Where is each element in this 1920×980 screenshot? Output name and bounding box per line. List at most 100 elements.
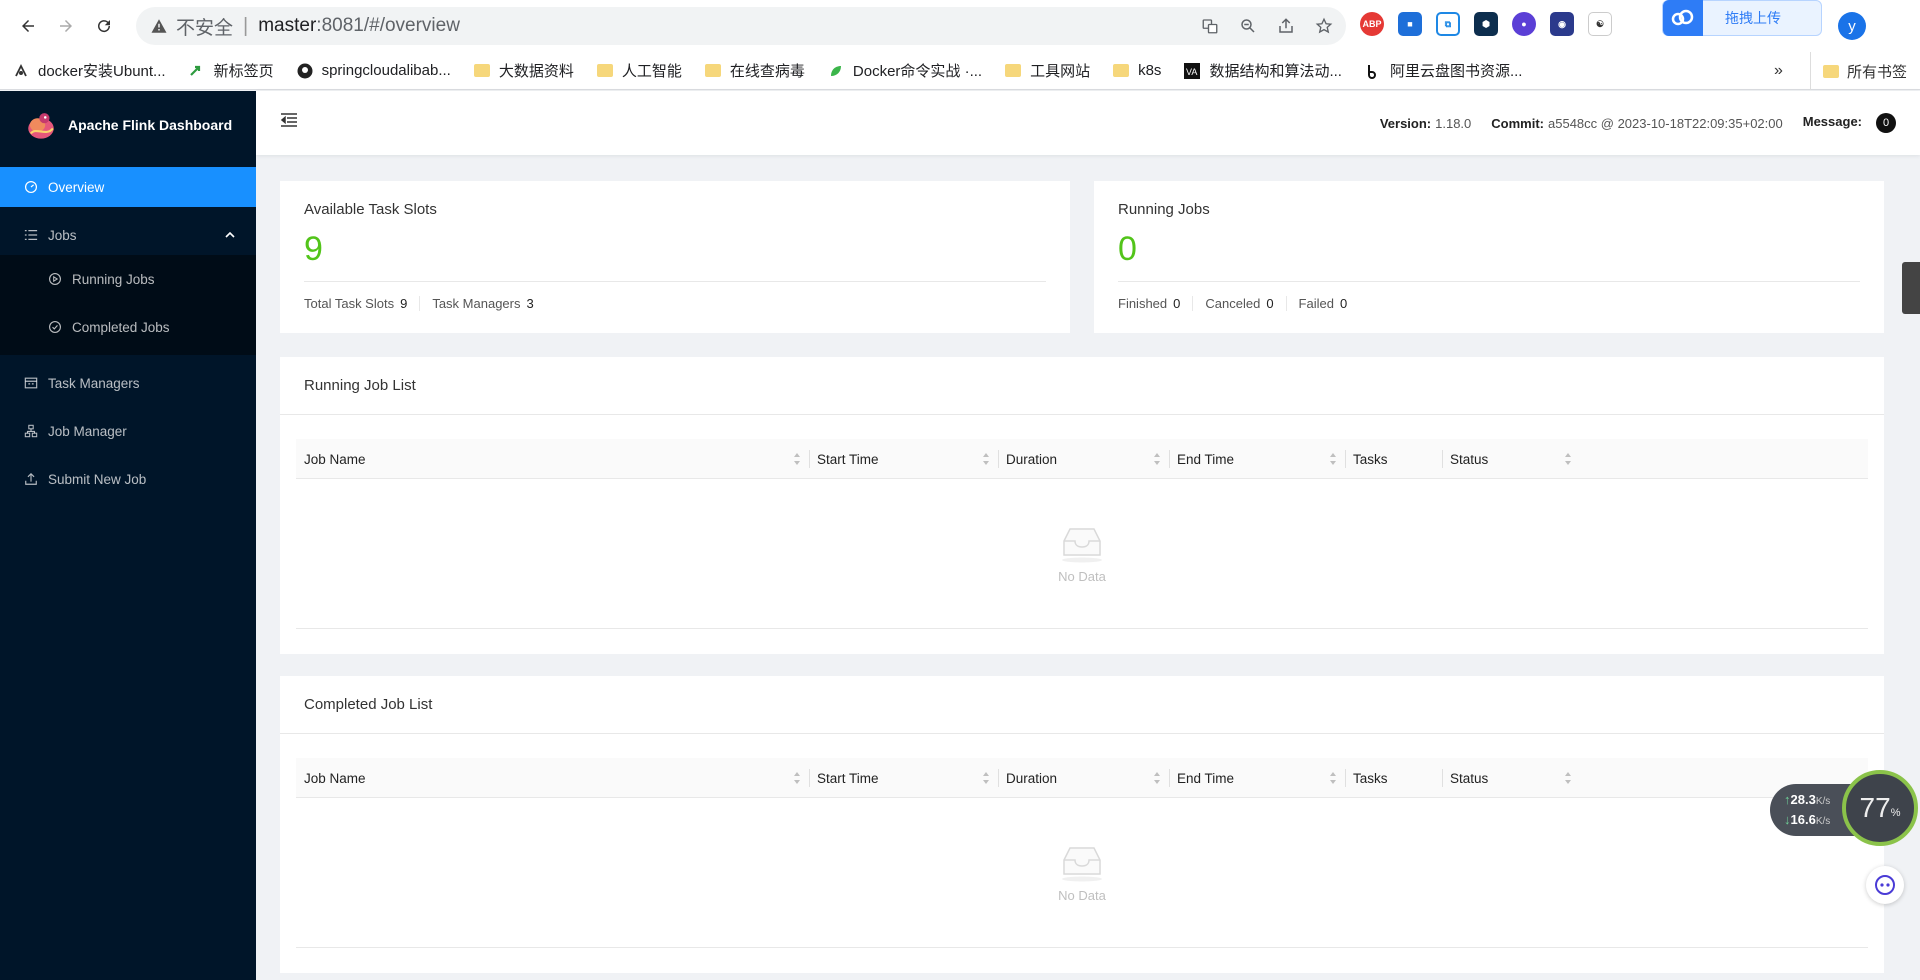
star-icon[interactable] — [1314, 16, 1334, 36]
column-header[interactable]: Start Time — [809, 439, 998, 479]
version-label: Version: — [1379, 115, 1432, 131]
logo-row[interactable]: Apache Flink Dashboard — [0, 91, 256, 159]
column-header[interactable]: End Time — [1169, 439, 1345, 479]
menu-overview[interactable]: Overview — [0, 167, 256, 207]
column-header[interactable]: Status — [1442, 439, 1580, 479]
bookmark-item[interactable]: Docker命令实战 ·... — [827, 52, 982, 90]
jobs-submenu: Running Jobs Completed Jobs — [0, 255, 256, 355]
menu-fold-icon[interactable] — [280, 111, 298, 129]
table-header: Job Name Start Time Duration End Time Tasks S… — [296, 758, 1868, 798]
column-header[interactable]: Job Name — [296, 758, 809, 798]
url-separator: | — [243, 14, 249, 37]
bookmark-label: springcloudalibab... — [321, 62, 451, 79]
extension-person-icon[interactable]: ■ — [1398, 12, 1422, 36]
message-info[interactable]: Message: 0 — [1803, 113, 1896, 133]
header-info: Version: 1.18.0 Commit: a5548cc @ 2023-10-… — [1360, 113, 1896, 133]
bookmark-label: docker安装Ubunt... — [38, 63, 166, 80]
address-bar[interactable]: 不安全 | master:8081/#/overview — [136, 7, 1346, 45]
zoom-icon[interactable] — [1238, 16, 1258, 36]
insecure-label: 不安全 — [176, 17, 234, 39]
va-icon: VA — [1183, 62, 1201, 80]
forward-button[interactable] — [52, 12, 80, 40]
translate-icon[interactable] — [1200, 16, 1220, 36]
folder-icon — [704, 62, 722, 80]
column-header[interactable]: Tasks — [1345, 439, 1442, 479]
bookmark-item[interactable]: k8s — [1112, 52, 1161, 90]
bookmark-item[interactable]: 在线查病毒 — [704, 52, 805, 90]
bookmark-item[interactable]: 阿里云盘图书资源... — [1364, 52, 1523, 90]
sort-icon[interactable] — [1329, 771, 1337, 785]
column-header-label: Job Name — [304, 451, 366, 467]
top-header: Version: 1.18.0 Commit: a5548cc @ 2023-10-… — [256, 91, 1920, 155]
upload-widget[interactable]: 拖拽上传 — [1662, 0, 1822, 36]
column-header[interactable]: Tasks — [1345, 758, 1442, 798]
total-task-slots: Total Task Slots 9 — [304, 296, 421, 311]
sort-icon[interactable] — [793, 771, 801, 785]
column-header[interactable]: Start Time — [809, 758, 998, 798]
column-header[interactable]: Job Name — [296, 439, 809, 479]
url-text[interactable]: master:8081/#/overview — [258, 15, 460, 37]
sort-icon[interactable] — [1564, 452, 1572, 466]
extension-picture-icon[interactable]: ◉ — [1550, 12, 1574, 36]
task-managers-count: Task Managers 3 — [432, 296, 545, 311]
menu-submit-new-job[interactable]: Submit New Job — [0, 459, 256, 499]
bookmarks-overflow-button[interactable]: » — [1774, 52, 1783, 90]
bookmark-item[interactable]: 大数据资料 — [473, 52, 574, 90]
reload-button[interactable] — [90, 12, 118, 40]
check-circle-icon — [49, 321, 61, 333]
bookmark-item[interactable]: VA 数据结构和算法动... — [1183, 52, 1342, 90]
back-button[interactable] — [14, 12, 42, 40]
side-panel-handle[interactable] — [1902, 262, 1920, 314]
network-speed-widget[interactable]: ↑28.3K/s ↓16.6K/s 77% — [1770, 770, 1918, 848]
sort-icon[interactable] — [982, 452, 990, 466]
empty-text: No Data — [1058, 888, 1106, 903]
arrow-left-icon — [22, 20, 34, 32]
column-header[interactable]: Duration — [998, 758, 1169, 798]
extension-hex-icon[interactable]: ⬢ — [1474, 12, 1498, 36]
b-icon — [1364, 62, 1382, 80]
sort-icon[interactable] — [982, 771, 990, 785]
bookmark-label: 数据结构和算法动... — [1209, 63, 1342, 80]
extension-graph-icon[interactable]: ☯ — [1588, 12, 1612, 36]
assistant-float-button[interactable] — [1866, 866, 1904, 904]
share-icon[interactable] — [1276, 16, 1296, 36]
bookmark-item[interactable]: docker安装Ubunt... — [12, 52, 166, 90]
folder-icon — [596, 62, 614, 80]
task-managers-value: 3 — [526, 296, 534, 311]
column-header[interactable]: Status — [1442, 758, 1580, 798]
column-header-label: Tasks — [1353, 770, 1388, 786]
running-jobs-title: Running Jobs — [1118, 201, 1210, 218]
menu-jobs[interactable]: Jobs — [0, 215, 256, 255]
message-count-badge[interactable]: 0 — [1876, 113, 1896, 133]
task-slots-card: Available Task Slots 9 Total Task Slots 9… — [280, 181, 1070, 333]
sort-icon[interactable] — [1153, 452, 1161, 466]
bookmark-item[interactable]: 工具网站 — [1004, 52, 1090, 90]
bookmark-item[interactable]: 新标签页 — [188, 52, 274, 90]
column-header[interactable]: End Time — [1169, 758, 1345, 798]
column-header[interactable]: Duration — [998, 439, 1169, 479]
finished-value: 0 — [1173, 296, 1181, 311]
link-icon — [12, 62, 30, 80]
divider — [1118, 281, 1860, 282]
leaf-icon — [827, 62, 845, 80]
bookmark-item[interactable]: springcloudalibab... — [296, 52, 451, 90]
extension-robot-icon[interactable]: ● — [1512, 12, 1536, 36]
bookmark-label: 阿里云盘图书资源... — [1389, 63, 1523, 80]
menu-running-jobs[interactable]: Running Jobs — [0, 255, 256, 303]
running-job-list-card: Running Job List Job Name Start Time Durat… — [280, 357, 1884, 654]
all-bookmarks-button[interactable]: 所有书签 — [1810, 52, 1907, 90]
inbox-icon — [1062, 847, 1102, 882]
canceled-label: Canceled — [1205, 296, 1261, 311]
extension-copy-icon[interactable]: ⧉ — [1436, 12, 1460, 36]
sort-icon[interactable] — [793, 452, 801, 466]
sort-icon[interactable] — [1329, 452, 1337, 466]
bookmark-item[interactable]: 人工智能 — [596, 52, 682, 90]
menu-job-manager[interactable]: Job Manager — [0, 411, 256, 451]
menu-task-managers[interactable]: Task Managers — [0, 363, 256, 403]
version-value: 1.18.0 — [1435, 115, 1472, 131]
sort-icon[interactable] — [1564, 771, 1572, 785]
menu-completed-jobs[interactable]: Completed Jobs — [0, 303, 256, 351]
sort-icon[interactable] — [1153, 771, 1161, 785]
adblock-icon[interactable]: ABP — [1360, 12, 1384, 36]
profile-avatar[interactable]: y — [1838, 12, 1866, 40]
